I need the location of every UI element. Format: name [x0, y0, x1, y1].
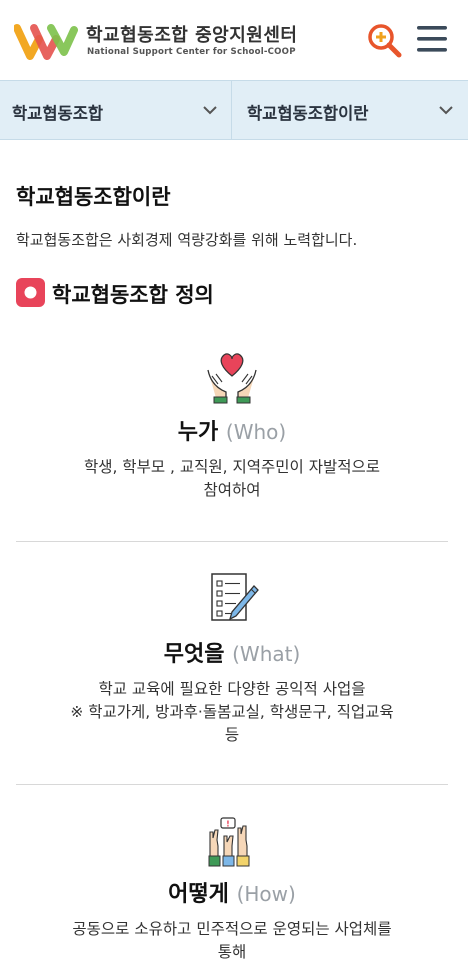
subnav-dropdown-page[interactable]: 학교협동조합이란: [232, 81, 468, 139]
card-divider: [16, 784, 448, 785]
site-header: 학교협동조합 중앙지원센터 National Support Center fo…: [0, 0, 468, 80]
brand-name-english: National Support Center for School-COOP: [87, 47, 296, 57]
section-title: 학교협동조합 정의: [52, 283, 214, 307]
card-description-line: 공동으로 소유하고 민주적으로 운영되는 사업체를: [72, 920, 392, 938]
hamburger-menu-icon[interactable]: [414, 21, 450, 57]
card-description-line: 학생, 학부모 , 교직원, 지역주민이 자발적으로: [83, 458, 381, 476]
card-title-ko: 어떻게: [168, 882, 229, 907]
card-divider: [16, 541, 448, 542]
card-description: 학교 교육에 필요한 다양한 공익적 사업을 ※ 학교가게, 방과후·돌봄교실,…: [16, 678, 448, 747]
brand-name[interactable]: 학교협동조합 중앙지원센터: [86, 21, 298, 47]
definition-card-what: 무엇을 (What) 학교 교육에 필요한 다양한 공익적 사업을 ※ 학교가게…: [16, 572, 448, 772]
card-title: 어떻게 (How): [16, 876, 448, 908]
svg-text:!: !: [226, 820, 230, 829]
hands-heart-icon: [207, 353, 257, 404]
card-title-en: (Who): [225, 420, 287, 444]
chevron-down-icon: [203, 106, 217, 115]
card-title-ko: 무엇을: [163, 642, 225, 667]
checklist-pencil-icon: [211, 573, 259, 621]
card-title-ko: 누가: [177, 420, 219, 445]
card-description: 학생, 학부모 , 교직원, 지역주민이 자발적으로 참여하여: [16, 456, 448, 502]
raised-hands-icon: !: [208, 817, 250, 867]
card-description-line: 등: [224, 726, 240, 744]
record-badge-icon: [16, 278, 45, 307]
card-title-en: (How): [236, 882, 296, 906]
subnav-label: 학교협동조합이란: [247, 104, 369, 123]
card-description: 공동으로 소유하고 민주적으로 운영되는 사업체를 통해: [16, 918, 448, 964]
definition-card-who: 누가 (Who) 학생, 학부모 , 교직원, 지역주민이 자발적으로 참여하여: [16, 350, 448, 520]
definition-card-how: ! 어떻게 (How) 공동으로 소유하고 민주적으로 운영되는 사업체를 통해: [16, 816, 448, 961]
page-title: 학교협동조합이란: [16, 185, 171, 209]
sub-navigation: 학교협동조합 학교협동조합이란: [0, 80, 468, 140]
card-title: 무엇을 (What): [16, 636, 448, 668]
search-icon[interactable]: [364, 20, 404, 60]
page-description: 학교협동조합은 사회경제 역량강화를 위해 노력합니다.: [16, 231, 358, 249]
card-description-line: 참여하여: [203, 481, 261, 499]
card-title: 누가 (Who): [16, 414, 448, 446]
subnav-dropdown-category[interactable]: 학교협동조합: [0, 81, 231, 139]
logo-icon[interactable]: [14, 22, 78, 62]
subnav-label: 학교협동조합: [12, 104, 104, 123]
card-description-line: 학교 교육에 필요한 다양한 공익적 사업을: [98, 680, 366, 698]
card-description-line: ※ 학교가게, 방과후·돌봄교실, 학생문구, 직업교육: [70, 703, 394, 721]
card-description-line: 통해: [217, 943, 247, 961]
chevron-down-icon: [439, 106, 453, 115]
card-title-en: (What): [232, 642, 301, 666]
